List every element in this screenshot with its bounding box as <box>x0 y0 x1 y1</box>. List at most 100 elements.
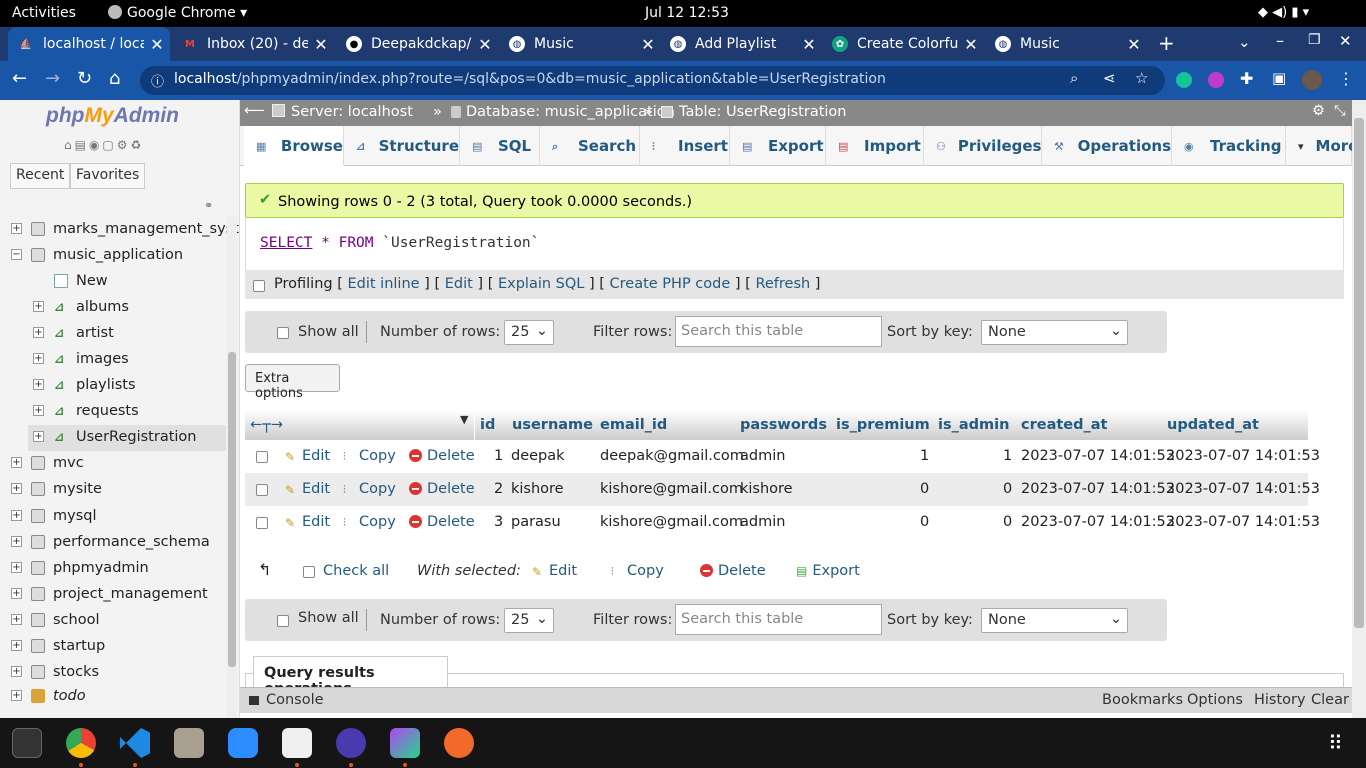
console-options[interactable]: Options <box>1187 692 1243 708</box>
column-passwords[interactable]: passwords <box>740 417 827 433</box>
extra-options-button[interactable]: Extra options <box>245 364 340 401</box>
row-delete-link[interactable]: Delete <box>409 514 475 530</box>
column-username[interactable]: username <box>512 417 593 433</box>
row-delete-link[interactable]: Delete <box>409 448 475 464</box>
close-icon[interactable]: ✕ <box>308 35 334 54</box>
collapse-panel-icon[interactable]: ⟵ <box>244 103 265 119</box>
tab-5[interactable]: ✿ Create Colorfu ✕ <box>822 27 984 61</box>
explain-sql-link[interactable]: Explain SQL <box>498 276 584 292</box>
tab-privileges[interactable]: ⚇ Privileges <box>924 126 1042 166</box>
column-is-premium[interactable]: is_premium <box>836 417 930 433</box>
sort-by-key-select[interactable]: None ⌄ <box>981 608 1128 633</box>
db-phpmyadmin[interactable]: + phpmyadmin <box>0 556 226 582</box>
close-icon[interactable]: ✕ <box>472 35 498 54</box>
row-checkbox[interactable] <box>256 484 268 496</box>
tab-0[interactable]: ⛵ localhost / loca ✕ <box>8 27 170 61</box>
rows-select[interactable]: 25 ⌄ <box>504 320 554 345</box>
check-all-checkbox[interactable] <box>303 566 315 578</box>
cell-passwords[interactable]: kishore <box>740 481 793 497</box>
bulk-export-button[interactable]: ▤ Export <box>796 563 860 579</box>
address-bar[interactable]: ⓘ localhost/phpmyadmin/index.php?route=/… <box>140 66 1165 95</box>
cell-updated-at[interactable]: 2023-07-07 14:01:53 <box>1166 448 1320 464</box>
zoom-search-icon[interactable]: ⌕ <box>1070 69 1078 87</box>
refresh-link[interactable]: Refresh <box>755 276 810 292</box>
cell-email-id[interactable]: kishore@gmail.com <box>600 481 743 497</box>
db-mvc[interactable]: + mvc <box>0 451 226 477</box>
tab-1[interactable]: M Inbox (20) - dee ✕ <box>172 27 334 61</box>
rows-select[interactable]: 25 ⌄ <box>504 608 554 633</box>
page-scrollbar[interactable] <box>1352 100 1366 718</box>
db-todo[interactable]: + todo <box>0 684 226 710</box>
db-marks-management[interactable]: + marks_management_syst <box>0 217 239 243</box>
sql-query[interactable]: SELECT * FROM `UserRegistration` <box>260 235 539 251</box>
row-edit-link[interactable]: ✎ Edit <box>285 514 330 530</box>
db-music-application[interactable]: − music_application <box>0 243 226 269</box>
tab-import[interactable]: ▤ Import <box>826 126 924 166</box>
page-scroll-thumb[interactable] <box>1354 118 1364 628</box>
close-icon[interactable]: ✕ <box>144 35 170 54</box>
breadcrumb-table[interactable]: Table: UserRegistration <box>679 104 846 120</box>
bookmark-star-icon[interactable]: ☆ <box>1135 69 1148 87</box>
row-delete-link[interactable]: Delete <box>409 481 475 497</box>
cell-id[interactable]: 1 <box>494 448 503 464</box>
recent-button[interactable]: Recent <box>10 163 71 189</box>
row-copy-link[interactable]: ⫶ Copy <box>343 448 396 464</box>
new-tab-icon[interactable]: + <box>1158 31 1175 55</box>
quick-icons[interactable]: ⌂▤◉▢⚙♻ <box>64 138 144 152</box>
db-project-management[interactable]: + project_management <box>0 582 226 608</box>
close-icon[interactable]: ✕ <box>635 35 661 54</box>
db-mysql[interactable]: + mysql <box>0 504 226 530</box>
bulk-edit-button[interactable]: ✎ Edit <box>532 563 577 579</box>
sidebar-scroll-thumb[interactable] <box>228 352 236 667</box>
profiling-checkbox[interactable] <box>253 280 265 292</box>
forward-icon[interactable]: → <box>45 68 60 89</box>
sidebar-scrollbar[interactable] <box>227 216 237 718</box>
cell-updated-at[interactable]: 2023-07-07 14:01:53 <box>1166 514 1320 530</box>
column-email-id[interactable]: email_id <box>600 417 667 433</box>
db-startup[interactable]: + startup <box>0 634 226 660</box>
side-panel-icon[interactable]: ▣ <box>1272 69 1286 87</box>
share-icon[interactable]: ⋖ <box>1103 69 1116 87</box>
system-status-icons[interactable]: ◆ ◀) ▮ ▾ <box>1258 5 1309 20</box>
terminal-icon[interactable] <box>12 728 42 758</box>
tab-6[interactable]: ◍ Music ✕ <box>985 27 1147 61</box>
close-icon[interactable]: ✕ <box>958 35 984 54</box>
table-requests[interactable]: + ⊿ requests <box>0 399 226 425</box>
tab-structure[interactable]: ⊿ Structure <box>344 126 460 166</box>
filter-rows-input[interactable]: Search this table <box>675 604 882 635</box>
sort-by-key-select[interactable]: None ⌄ <box>981 320 1128 345</box>
close-icon[interactable]: ✕ <box>796 35 822 54</box>
phpstorm-icon[interactable] <box>390 728 420 758</box>
cell-is-premium[interactable]: 1 <box>920 448 929 464</box>
tab-4[interactable]: ◍ Add Playlist ✕ <box>660 27 822 61</box>
chrome-menu-icon[interactable]: ⋮ <box>1338 69 1354 88</box>
db-mysite[interactable]: + mysite <box>0 477 226 503</box>
cell-passwords[interactable]: admin <box>740 448 785 464</box>
table-albums[interactable]: + ⊿ albums <box>0 295 226 321</box>
activities-button[interactable]: Activities <box>12 5 76 21</box>
tab-2[interactable]: ● Deepakdckap/ ✕ <box>336 27 498 61</box>
console-history[interactable]: History <box>1254 692 1306 708</box>
show-all-checkbox[interactable] <box>277 327 289 339</box>
tab-insert[interactable]: ⫶ Insert <box>640 126 730 166</box>
favorites-button[interactable]: Favorites <box>70 163 146 189</box>
row-edit-link[interactable]: ✎ Edit <box>285 448 330 464</box>
chrome-dock-icon[interactable] <box>66 728 96 758</box>
text-editor-icon[interactable] <box>282 728 312 758</box>
cell-created-at[interactable]: 2023-07-07 14:01:53 <box>1021 448 1175 464</box>
table-artist[interactable]: + ⊿ artist <box>0 321 226 347</box>
cell-email-id[interactable]: deepak@gmail.com <box>600 448 744 464</box>
breadcrumb-server[interactable]: Server: localhost <box>291 104 413 120</box>
row-copy-link[interactable]: ⫶ Copy <box>343 514 396 530</box>
zoom-icon[interactable] <box>228 728 258 758</box>
cell-username[interactable]: parasu <box>511 514 561 530</box>
tree-new-table[interactable]: New <box>0 269 226 295</box>
phpmyadmin-logo[interactable]: phpMyAdmin <box>46 104 179 128</box>
extensions-puzzle-icon[interactable]: ✚ <box>1240 69 1253 88</box>
row-checkbox[interactable] <box>256 451 268 463</box>
tab-3[interactable]: ◍ Music ✕ <box>499 27 661 61</box>
link-icon[interactable]: ⚭ <box>204 199 213 212</box>
tab-sql[interactable]: ▤ SQL <box>460 126 540 166</box>
table-images[interactable]: + ⊿ images <box>0 347 226 373</box>
tab-operations[interactable]: ⚒ Operations <box>1042 126 1172 166</box>
